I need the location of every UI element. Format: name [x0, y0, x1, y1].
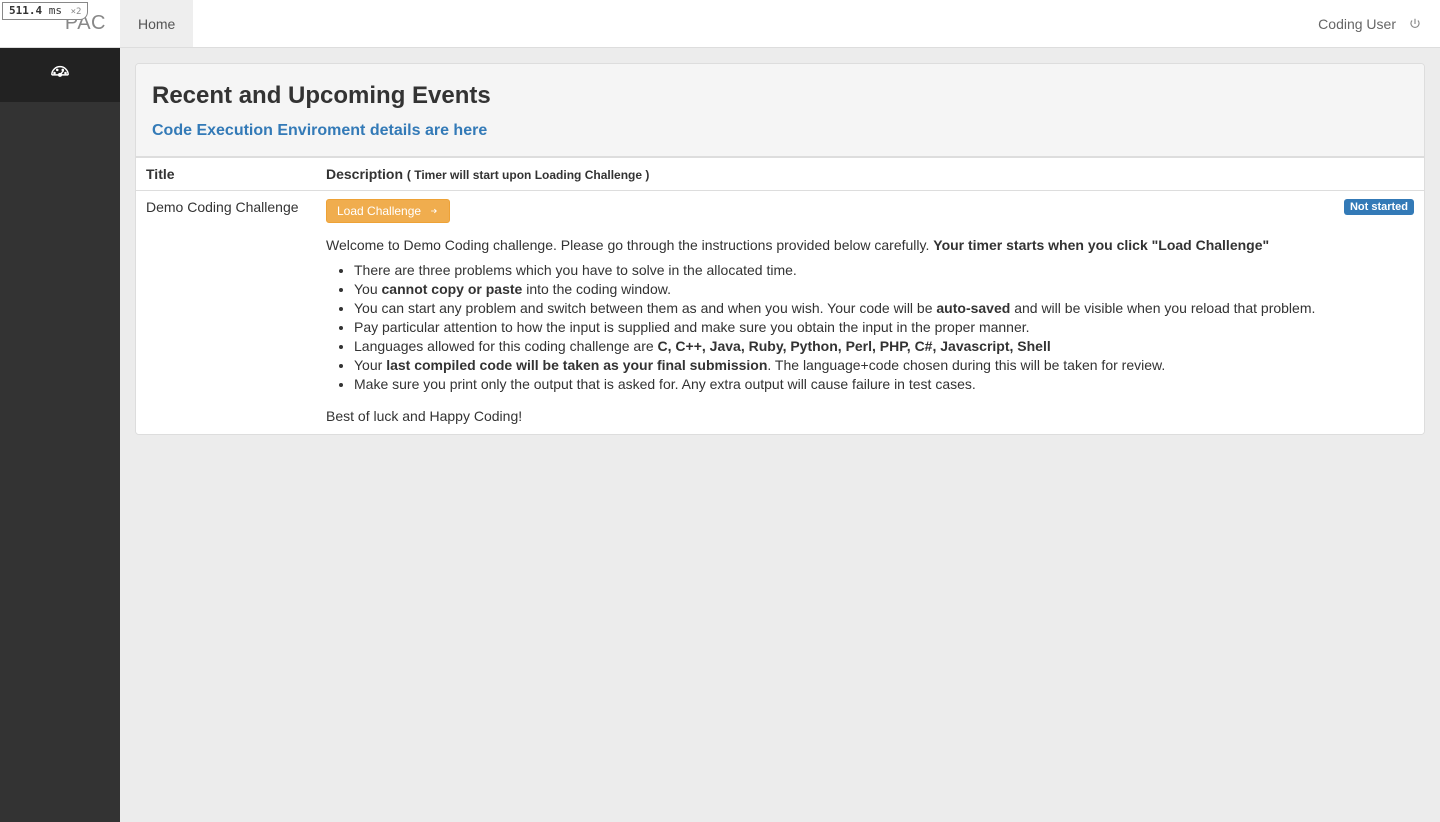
- li4-pre: Languages allowed for this coding challe…: [354, 338, 658, 354]
- outro-paragraph: Best of luck and Happy Coding!: [326, 406, 1414, 426]
- events-panel: Recent and Upcoming Events Code Executio…: [135, 63, 1425, 435]
- nav-home[interactable]: Home: [120, 0, 193, 47]
- perf-mult: ×2: [71, 7, 82, 17]
- li2-post: and will be visible when you reload that…: [1010, 300, 1315, 316]
- li2-bold: auto-saved: [936, 300, 1010, 316]
- arrow-right-icon: [429, 206, 439, 216]
- list-item: You can start any problem and switch bet…: [354, 299, 1414, 318]
- col-desc-sub: ( Timer will start upon Loading Challeng…: [407, 168, 649, 182]
- list-item: Your last compiled code will be taken as…: [354, 356, 1414, 375]
- li4-bold: C, C++, Java, Ruby, Python, Perl, PHP, C…: [658, 338, 1051, 354]
- perf-badge: 511.4 ms ×2: [2, 2, 88, 20]
- nav-right: Coding User: [1318, 0, 1440, 47]
- events-title: Recent and Upcoming Events: [152, 82, 1408, 110]
- nav-home-label: Home: [138, 16, 175, 32]
- sidebar-item-dashboard[interactable]: [0, 48, 120, 102]
- table-row: Demo Coding Challenge Not started Load C…: [136, 191, 1424, 434]
- dashboard-icon: [49, 63, 71, 88]
- perf-ms: 511.4: [9, 4, 42, 17]
- nav-left: Home: [120, 0, 193, 47]
- intro-bold: Your timer starts when you click "Load C…: [933, 237, 1269, 253]
- col-title-header: Title: [136, 158, 316, 191]
- li5-pre: Your: [354, 357, 386, 373]
- instruction-list: There are three problems which you have …: [354, 261, 1414, 393]
- load-challenge-button[interactable]: Load Challenge: [326, 199, 450, 223]
- col-desc-label: Description: [326, 166, 403, 182]
- top-navbar: PAC Home Coding User: [0, 0, 1440, 48]
- content-wrap: Recent and Upcoming Events Code Executio…: [120, 48, 1440, 450]
- list-item: Languages allowed for this coding challe…: [354, 337, 1414, 356]
- events-table: Title Description ( Timer will start upo…: [136, 157, 1424, 434]
- left-sidebar: [0, 48, 120, 822]
- user-label[interactable]: Coding User: [1318, 16, 1396, 32]
- list-item: There are three problems which you have …: [354, 261, 1414, 280]
- challenge-desc-cell: Not started Load Challenge Welcome to De…: [316, 191, 1424, 434]
- li5-post: . The language+code chosen during this w…: [767, 357, 1165, 373]
- challenge-title: Demo Coding Challenge: [146, 199, 299, 215]
- load-challenge-label: Load Challenge: [337, 204, 421, 218]
- intro-paragraph: Welcome to Demo Coding challenge. Please…: [326, 235, 1414, 255]
- challenge-title-cell: Demo Coding Challenge: [136, 191, 316, 434]
- li2-pre: You can start any problem and switch bet…: [354, 300, 936, 316]
- li5-bold: last compiled code will be taken as your…: [386, 357, 767, 373]
- env-details-link[interactable]: Code Execution Enviroment details are he…: [152, 122, 487, 139]
- li1-bold: cannot copy or paste: [382, 281, 523, 297]
- list-item: You cannot copy or paste into the coding…: [354, 280, 1414, 299]
- li1-post: into the coding window.: [522, 281, 671, 297]
- power-icon[interactable]: [1408, 17, 1422, 31]
- challenge-description: Welcome to Demo Coding challenge. Please…: [326, 235, 1414, 426]
- list-item: Pay particular attention to how the inpu…: [354, 318, 1414, 337]
- perf-unit: ms: [49, 4, 62, 17]
- status-badge: Not started: [1344, 199, 1414, 215]
- intro-text: Welcome to Demo Coding challenge. Please…: [326, 237, 933, 253]
- li1-pre: You: [354, 281, 382, 297]
- col-title-label: Title: [146, 166, 175, 182]
- main-area: Recent and Upcoming Events Code Executio…: [120, 0, 1440, 822]
- col-desc-header: Description ( Timer will start upon Load…: [316, 158, 1424, 191]
- events-panel-heading: Recent and Upcoming Events Code Executio…: [136, 64, 1424, 157]
- list-item: Make sure you print only the output that…: [354, 375, 1414, 394]
